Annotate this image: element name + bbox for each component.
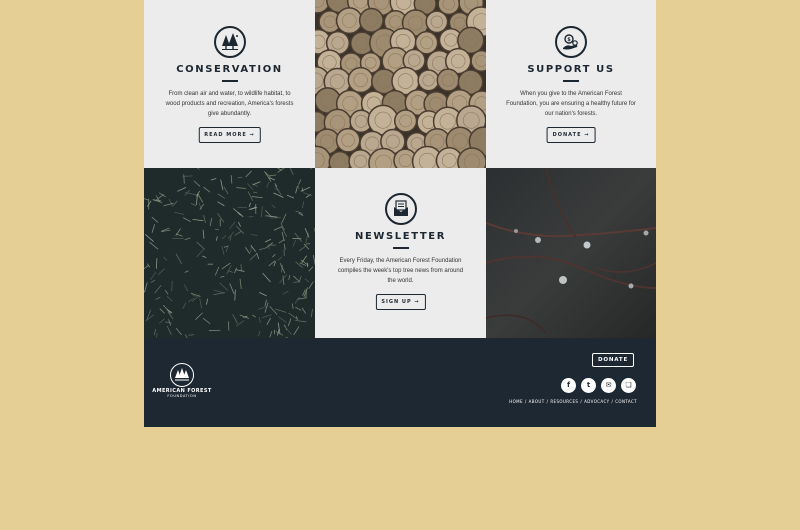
pine-branches-photo: [144, 168, 315, 338]
log-end: [335, 127, 361, 153]
separator: /: [611, 399, 614, 404]
log-end: [328, 150, 352, 168]
thorny-branch-droplets-photo: [486, 168, 656, 338]
newsletter-title: NEWSLETTER: [354, 231, 447, 242]
conservation-title: CONSERVATION: [176, 64, 283, 75]
svg-text:$: $: [567, 37, 571, 43]
footer-nav-about[interactable]: ABOUT: [529, 399, 545, 404]
social-links: f t ✉ ❏: [561, 378, 636, 393]
footer: AMERICAN FOREST FOUNDATION DONATE f t ✉ …: [144, 338, 656, 427]
stacked-logs-photo: [315, 0, 486, 168]
sign-up-button[interactable]: SIGN UP →: [375, 294, 426, 310]
log-end: [436, 68, 460, 92]
log-end: [347, 66, 374, 94]
footer-nav-home[interactable]: HOME: [509, 399, 523, 404]
footer-nav-resources[interactable]: RESOURCES: [550, 399, 578, 404]
logo-subtitle: FOUNDATION: [167, 394, 197, 398]
newsletter-text: Every Friday, the American Forest Founda…: [337, 258, 464, 284]
bookmark-icon[interactable]: ❏: [621, 378, 636, 393]
donate-button[interactable]: DONATE →: [546, 127, 596, 143]
twitter-icon[interactable]: t: [581, 378, 596, 393]
divider: [563, 80, 579, 82]
log-end: [393, 109, 418, 133]
pine-needle: [214, 228, 220, 231]
forest-trees-icon[interactable]: [170, 363, 194, 387]
pine-needle: [270, 217, 281, 219]
footer-nav-advocacy[interactable]: ADVOCACY: [584, 399, 609, 404]
email-icon[interactable]: ✉: [601, 378, 616, 393]
pine-needle: [188, 334, 194, 336]
pine-needle: [182, 175, 193, 177]
envelope-icon: [384, 193, 417, 225]
log-end: [417, 69, 440, 92]
footer-donate-button[interactable]: DONATE: [592, 353, 634, 367]
support-text: When you give to the American Forest Fou…: [506, 91, 636, 117]
divider: [392, 247, 409, 249]
pine-needle: [305, 289, 307, 298]
forest-trees-icon: [213, 26, 246, 58]
log-end: [335, 7, 363, 35]
conservation-text: From clean air and water, to wildlife ha…: [165, 91, 294, 117]
newsletter-card: NEWSLETTER Every Friday, the American Fo…: [315, 168, 486, 338]
footer-nav: HOME / ABOUT / RESOURCES / ADVOCACY / CONTACT: [509, 399, 637, 404]
conservation-card: CONSERVATION From clean air and water, t…: [144, 0, 315, 168]
support-title: SUPPORT US: [527, 64, 615, 75]
feature-grid: CONSERVATION From clean air and water, t…: [144, 0, 656, 338]
separator: /: [524, 399, 527, 404]
read-more-button[interactable]: READ MORE →: [198, 127, 261, 143]
separator: /: [580, 399, 583, 404]
hand-coin-icon: $: [555, 26, 587, 58]
separator: /: [546, 399, 549, 404]
log-end: [425, 10, 449, 34]
support-card: $ SUPPORT US When you give to the Americ…: [486, 0, 656, 168]
page: CONSERVATION From clean air and water, t…: [144, 0, 656, 427]
log-end: [470, 49, 486, 72]
footer-nav-contact[interactable]: CONTACT: [615, 399, 637, 404]
divider: [221, 80, 238, 82]
facebook-icon[interactable]: f: [561, 378, 576, 393]
